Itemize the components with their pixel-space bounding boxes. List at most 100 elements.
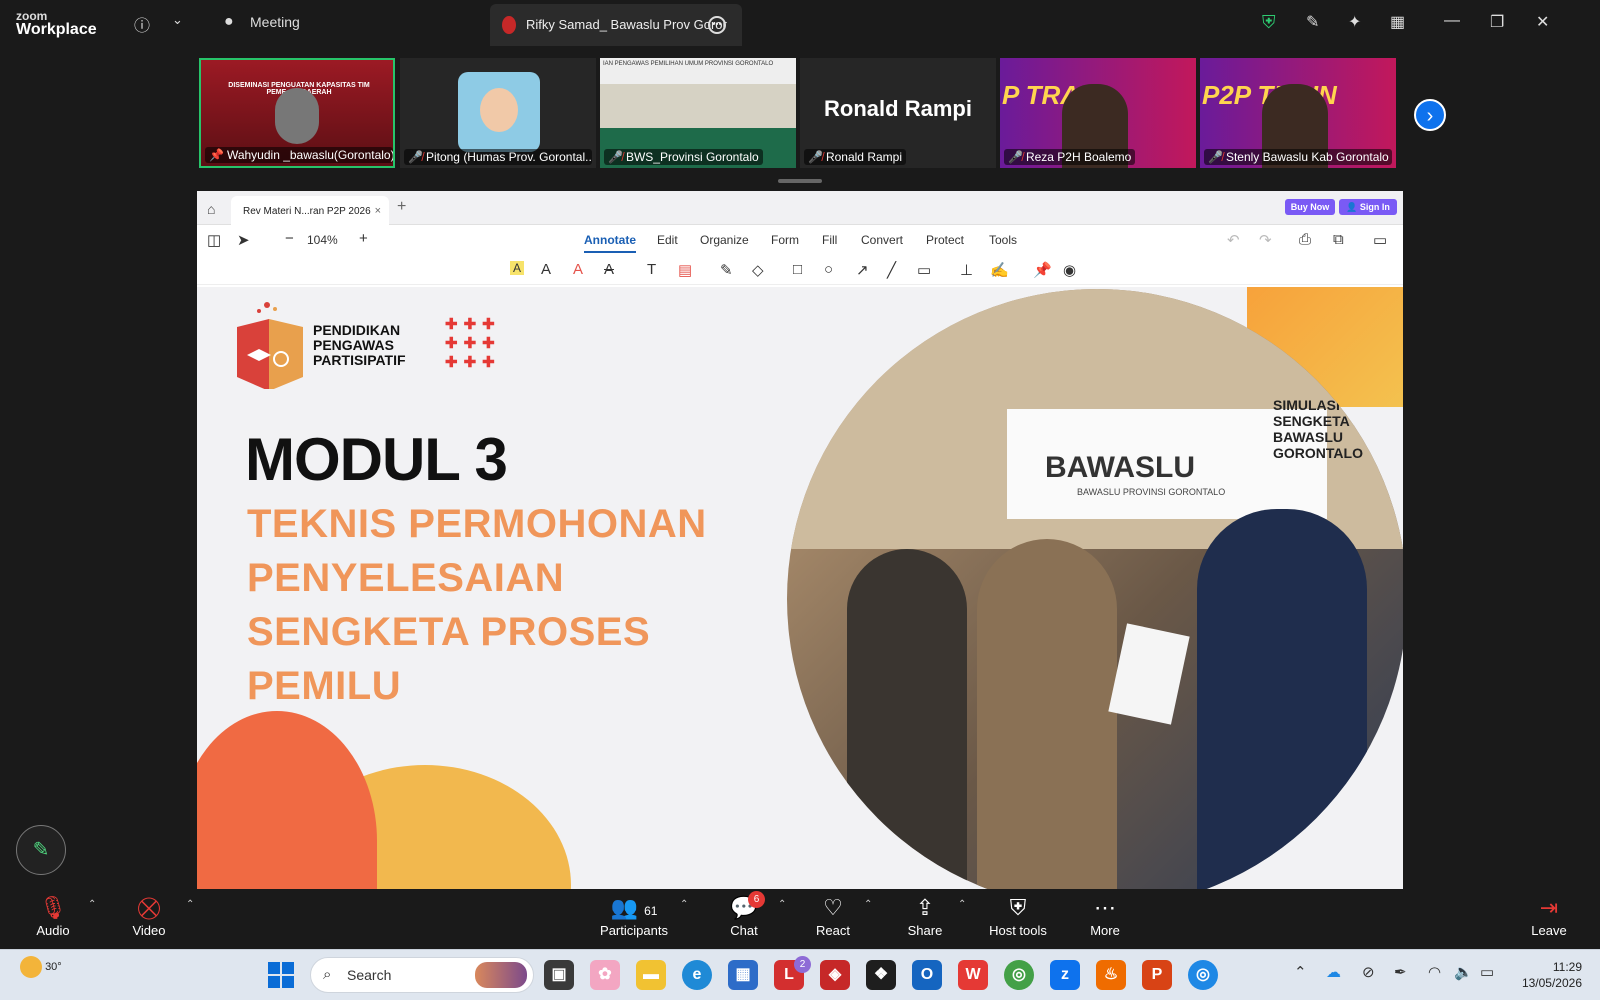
ellipse-icon[interactable]: ○: [824, 261, 833, 278]
react-button[interactable]: ♡ React ⌃: [788, 893, 878, 938]
eraser-icon[interactable]: ◇: [752, 261, 764, 279]
onedrive-icon[interactable]: ☁: [1326, 963, 1341, 981]
restore-icon[interactable]: ❐: [1490, 12, 1504, 32]
new-tab-button[interactable]: +: [397, 198, 406, 216]
highlight-icon[interactable]: A: [510, 261, 525, 275]
file-explorer-icon[interactable]: ▬: [636, 960, 666, 990]
edge-icon[interactable]: e: [682, 960, 712, 990]
caret-up-icon[interactable]: ⌃: [778, 899, 786, 910]
menu-tools[interactable]: Tools: [989, 233, 1017, 247]
store-icon[interactable]: ▦: [728, 960, 758, 990]
apps-grid-icon[interactable]: ▦: [1390, 12, 1405, 32]
caret-up-icon[interactable]: ⌃: [958, 899, 966, 910]
arrow-icon[interactable]: ↗: [856, 261, 869, 279]
participant-tile[interactable]: DISEMINASI PENGUATAN KAPASITAS TIM PEME.…: [199, 58, 395, 168]
caret-up-icon[interactable]: ⌃: [864, 899, 872, 910]
speaker-icon[interactable]: 🔈: [1454, 963, 1473, 981]
info-icon[interactable]: ⓘ: [134, 12, 150, 36]
sparkle-icon[interactable]: ✦: [1348, 12, 1361, 32]
eye-icon[interactable]: ◉: [1063, 261, 1076, 279]
participant-tile[interactable]: IAN PENGAWAS PEMILIHAN UMUM PROVINSI GOR…: [600, 58, 796, 168]
menu-annotate[interactable]: Annotate: [584, 233, 636, 253]
outlook-icon[interactable]: O: [912, 960, 942, 990]
menu-protect[interactable]: Protect: [926, 233, 964, 247]
weather-widget[interactable]: 30°: [20, 956, 62, 978]
participant-tile[interactable]: P2P TRAIN 🎤̸Stenly Bawaslu Kab Gorontalo: [1200, 58, 1396, 168]
resize-handle[interactable]: [778, 179, 822, 183]
caret-up-icon[interactable]: ⌃: [186, 899, 194, 910]
zoom-in-icon[interactable]: +: [359, 230, 368, 247]
video-button[interactable]: ⛒ Video ⌃: [104, 893, 194, 938]
zoom-level[interactable]: 104%: [307, 233, 338, 247]
participant-tile[interactable]: Ronald Rampi 🎤̸ Ronald Rampi: [800, 58, 996, 168]
share-tab[interactable]: Rifky Samad_ Bawaslu Prov Goror •••: [490, 4, 742, 46]
zoom-taskbar-icon[interactable]: z: [1050, 960, 1080, 990]
pencil-icon[interactable]: ✎: [720, 261, 733, 279]
app-flame-icon[interactable]: ♨: [1096, 960, 1126, 990]
chevron-up-icon[interactable]: ⌃: [1294, 963, 1307, 981]
meeting-tab[interactable]: Meeting: [250, 14, 300, 30]
measure-icon[interactable]: ▭: [917, 261, 931, 279]
zoom-out-icon[interactable]: −: [285, 230, 294, 247]
close-icon[interactable]: ✕: [1536, 12, 1549, 32]
redo-icon[interactable]: ↷: [1259, 231, 1272, 249]
taskbar-search[interactable]: ⌕ Search: [310, 957, 534, 993]
windows-start-icon[interactable]: [268, 962, 294, 988]
caret-up-icon[interactable]: ⌃: [680, 899, 688, 910]
host-tools-button[interactable]: ⛨ Host tools: [972, 893, 1064, 938]
shield-app-icon[interactable]: ◈: [820, 960, 850, 990]
rectangle-icon[interactable]: □: [793, 261, 802, 278]
document-tab[interactable]: Rev Materi N...ran P2P 2026 ×: [231, 196, 389, 225]
underline-icon[interactable]: A: [541, 261, 551, 278]
home-icon[interactable]: ⌂: [207, 201, 215, 217]
leave-button[interactable]: ⇥ Leave: [1504, 893, 1594, 938]
panel-icon[interactable]: ▭: [1373, 231, 1387, 249]
open-external-icon[interactable]: ⧉: [1333, 231, 1344, 248]
menu-edit[interactable]: Edit: [657, 233, 678, 247]
menu-convert[interactable]: Convert: [861, 233, 903, 247]
more-button[interactable]: ⋯ More: [1060, 893, 1150, 938]
wps-icon[interactable]: W: [958, 960, 988, 990]
next-page-button[interactable]: ›: [1414, 99, 1446, 131]
annotate-pencil-button[interactable]: ✎: [16, 825, 66, 875]
squiggly-icon[interactable]: A: [573, 261, 583, 278]
menu-fill[interactable]: Fill: [822, 233, 837, 247]
participant-tile[interactable]: P TRAIN 🎤̸ Reza P2H Boalemo: [1000, 58, 1196, 168]
battery-icon[interactable]: ▭: [1480, 963, 1494, 981]
dropbox-icon[interactable]: ❖: [866, 960, 896, 990]
pdf-app-icon[interactable]: P: [1142, 960, 1172, 990]
buy-now-button[interactable]: Buy Now: [1285, 199, 1335, 215]
comment-icon[interactable]: ▤: [678, 261, 692, 279]
more-options-icon[interactable]: •••: [708, 16, 726, 34]
minimize-icon[interactable]: —: [1444, 12, 1460, 30]
chevron-down-icon[interactable]: ⌄: [172, 12, 183, 28]
task-view-icon[interactable]: ▣: [544, 960, 574, 990]
pen-tray-icon[interactable]: ✒: [1394, 963, 1407, 981]
shield-icon[interactable]: ⛨: [1262, 12, 1276, 33]
select-tool-icon[interactable]: ➤: [237, 231, 250, 249]
menu-form[interactable]: Form: [771, 233, 799, 247]
sidebar-toggle-icon[interactable]: ◫: [207, 231, 221, 249]
security-icon[interactable]: ⊘: [1362, 963, 1375, 981]
signature-icon[interactable]: ✍: [990, 261, 1009, 279]
clock[interactable]: 11:29 13/05/2026: [1522, 959, 1582, 991]
print-icon[interactable]: ⎙: [1299, 231, 1311, 248]
text-tool-icon[interactable]: T: [647, 261, 656, 278]
menu-organize[interactable]: Organize: [700, 233, 749, 247]
pen-icon[interactable]: ✎: [1306, 12, 1319, 32]
share-button[interactable]: ⇪ Share ⌃: [880, 893, 970, 938]
participant-tile[interactable]: 🎤̸ Pitong (Humas Prov. Gorontal...: [400, 58, 596, 168]
strikeout-icon[interactable]: A: [604, 261, 614, 278]
copilot-icon[interactable]: ✿: [590, 960, 620, 990]
undo-icon[interactable]: ↶: [1227, 231, 1240, 249]
sign-in-button[interactable]: 👤 Sign In: [1339, 199, 1397, 215]
close-tab-icon[interactable]: ×: [375, 205, 381, 217]
audio-button[interactable]: 🎙 Audio ⌃: [8, 893, 98, 938]
stamp-icon[interactable]: ⊥: [960, 261, 973, 279]
chrome-profile-icon[interactable]: ◎: [1188, 960, 1218, 990]
caret-up-icon[interactable]: ⌃: [88, 899, 96, 910]
participants-button[interactable]: 👥 61 Participants ⌃: [584, 893, 688, 938]
line-icon[interactable]: ╱: [887, 261, 896, 279]
pin-icon[interactable]: 📌: [1033, 261, 1052, 279]
chat-button[interactable]: 💬 6 Chat ⌃: [698, 891, 790, 938]
